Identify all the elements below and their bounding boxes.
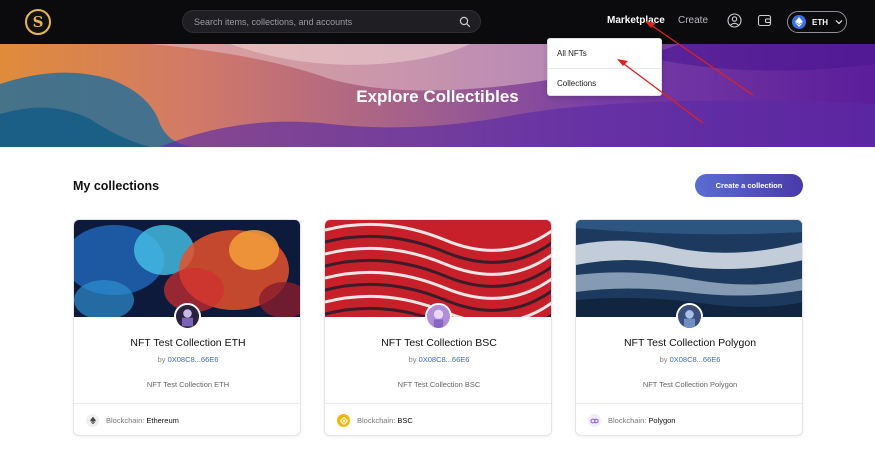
owner-address-link[interactable]: 0X08C8...66E6: [419, 355, 470, 364]
hero-banner: Explore Collectibles: [0, 44, 875, 147]
search-bar[interactable]: [182, 10, 481, 33]
network-label: ETH: [812, 17, 828, 27]
top-nav: S Marketplace Create ETH: [0, 0, 875, 44]
polygon-icon: [588, 414, 601, 427]
collection-title[interactable]: NFT Test Collection BSC: [325, 337, 551, 349]
blockchain-label: Blockchain:: [106, 416, 145, 425]
collection-owner: by 0X08C8...66E6: [325, 355, 551, 364]
collection-description: NFT Test Collection BSC: [397, 380, 481, 389]
menu-item-collections[interactable]: Collections: [548, 68, 661, 97]
owner-address-link[interactable]: 0X08C8...66E6: [670, 355, 721, 364]
collection-card[interactable]: NFT Test Collection BSC by 0X08C8...66E6…: [324, 219, 552, 436]
nav-create[interactable]: Create: [678, 15, 708, 26]
collection-footer: Blockchain: Polygon: [576, 403, 802, 435]
blockchain-label: Blockchain:: [357, 416, 396, 425]
wallet-icon[interactable]: [757, 13, 772, 28]
section-title: My collections: [73, 179, 160, 193]
by-label: by: [157, 355, 166, 364]
by-label: by: [408, 355, 417, 364]
avatar: [425, 303, 452, 330]
collection-owner: by 0X08C8...66E6: [576, 355, 802, 364]
blockchain-value: BSC: [397, 416, 413, 425]
blockchain-value: Polygon: [648, 416, 676, 425]
nav-marketplace[interactable]: Marketplace: [607, 15, 665, 26]
blockchain-value: Ethereum: [146, 416, 179, 425]
collection-description: NFT Test Collection Polygon: [642, 380, 738, 389]
collection-description: NFT Test Collection ETH: [146, 380, 230, 389]
network-selector[interactable]: ETH: [787, 11, 847, 33]
collection-owner: by 0X08C8...66E6: [74, 355, 300, 364]
collection-card[interactable]: NFT Test Collection Polygon by 0X08C8...…: [575, 219, 803, 436]
collection-footer: Blockchain: Ethereum: [74, 403, 300, 435]
by-label: by: [659, 355, 668, 364]
create-collection-button[interactable]: Create a collection: [695, 174, 803, 197]
marketplace-dropdown: All NFTs Collections: [547, 38, 662, 96]
owner-address-link[interactable]: 0X08C8...66E6: [168, 355, 219, 364]
avatar: [676, 303, 703, 330]
collection-card[interactable]: NFT Test Collection ETH by 0X08C8...66E6…: [73, 219, 301, 436]
ethereum-icon: [86, 414, 99, 427]
blockchain-label: Blockchain:: [608, 416, 647, 425]
ethereum-icon: [792, 15, 806, 29]
hero-title: Explore Collectibles: [356, 87, 519, 106]
collection-title[interactable]: NFT Test Collection ETH: [74, 337, 300, 349]
user-icon[interactable]: [727, 13, 742, 28]
avatar: [174, 303, 201, 330]
search-input[interactable]: [194, 14, 449, 30]
collection-title[interactable]: NFT Test Collection Polygon: [576, 337, 802, 349]
menu-item-all-nfts[interactable]: All NFTs: [548, 39, 661, 68]
collection-footer: Blockchain: BSC: [325, 403, 551, 435]
search-icon[interactable]: [459, 16, 471, 28]
bnb-icon: [337, 414, 350, 427]
logo-icon[interactable]: S: [25, 9, 51, 35]
chevron-down-icon: [835, 20, 843, 25]
